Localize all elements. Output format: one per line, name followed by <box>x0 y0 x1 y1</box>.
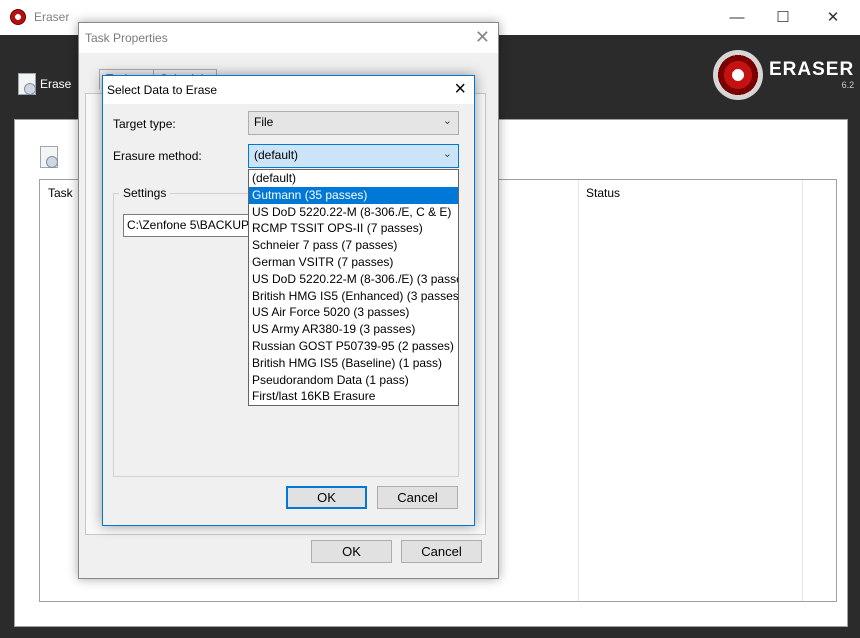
task-list-icon <box>40 146 58 168</box>
method-option[interactable]: German VSITR (7 passes) <box>249 254 458 271</box>
maximize-icon[interactable]: ☐ <box>760 0 806 34</box>
select-data-titlebar: Select Data to Erase × <box>103 76 474 104</box>
ok-button[interactable]: OK <box>311 540 392 563</box>
method-option[interactable]: RCMP TSSIT OPS-II (7 passes) <box>249 220 458 237</box>
method-option[interactable]: British HMG IS5 (Baseline) (1 pass) <box>249 355 458 372</box>
column-header-task[interactable]: Task <box>40 180 73 206</box>
eraser-logo: ERASER 6.2 <box>713 50 854 100</box>
close-icon[interactable]: ✕ <box>810 0 856 34</box>
erase-toolbar-label: Erase <box>40 77 72 91</box>
method-option[interactable]: Russian GOST P50739-95 (2 passes) <box>249 338 458 355</box>
radiation-logo-icon <box>713 50 763 100</box>
logo-name: ERASER <box>769 59 855 80</box>
chevron-down-icon: ⌄ <box>442 115 452 127</box>
target-type-value: File <box>254 115 274 129</box>
column-separator <box>802 180 803 601</box>
column-separator <box>578 180 579 601</box>
erasure-method-list[interactable]: (default) Gutmann (35 passes) US DoD 522… <box>248 169 459 406</box>
ok-button[interactable]: OK <box>286 486 367 509</box>
erasure-method-value: (default) <box>254 148 299 162</box>
eraser-app-icon <box>10 9 26 25</box>
select-data-title: Select Data to Erase <box>107 83 218 97</box>
method-option[interactable]: First/last 16KB Erasure <box>249 388 458 405</box>
cancel-button[interactable]: Cancel <box>377 486 458 509</box>
app-title: Eraser <box>34 10 70 24</box>
minimize-icon[interactable]: — <box>714 0 760 34</box>
logo-version: 6.2 <box>841 80 855 90</box>
erase-schedule-icon <box>18 73 36 95</box>
column-header-status[interactable]: Status <box>578 180 620 206</box>
erasure-method-dropdown[interactable]: (default) ⌄ <box>248 144 459 168</box>
close-icon[interactable]: ✕ <box>475 27 490 48</box>
path-input[interactable]: C:\Zenfone 5\BACKUP <box>123 214 253 237</box>
method-option[interactable]: Gutmann (35 passes) <box>249 186 458 204</box>
method-option[interactable]: Schneier 7 pass (7 passes) <box>249 237 458 254</box>
method-option[interactable]: British HMG IS5 (Enhanced) (3 passes) <box>249 288 458 305</box>
method-option[interactable]: Pseudorandom Data (1 pass) <box>249 372 458 389</box>
task-properties-title: Task Properties <box>85 31 168 45</box>
close-icon[interactable]: × <box>454 78 466 101</box>
task-properties-titlebar: Task Properties ✕ <box>79 23 498 53</box>
method-option[interactable]: (default) <box>249 170 458 187</box>
target-type-dropdown[interactable]: File ⌄ <box>248 111 459 135</box>
cancel-button[interactable]: Cancel <box>401 540 482 563</box>
erasure-method-label: Erasure method: <box>113 149 202 163</box>
method-option[interactable]: US DoD 5220.22-M (8-306./E) (3 passes) <box>249 271 458 288</box>
erase-toolbar-button[interactable]: Erase <box>18 73 71 95</box>
method-option[interactable]: US Army AR380-19 (3 passes) <box>249 321 458 338</box>
target-type-label: Target type: <box>113 117 176 131</box>
method-option[interactable]: US Air Force 5020 (3 passes) <box>249 304 458 321</box>
chevron-down-icon: ⌄ <box>442 148 452 160</box>
settings-label: Settings <box>119 186 171 200</box>
method-option[interactable]: US DoD 5220.22-M (8-306./E, C & E) <box>249 204 458 221</box>
